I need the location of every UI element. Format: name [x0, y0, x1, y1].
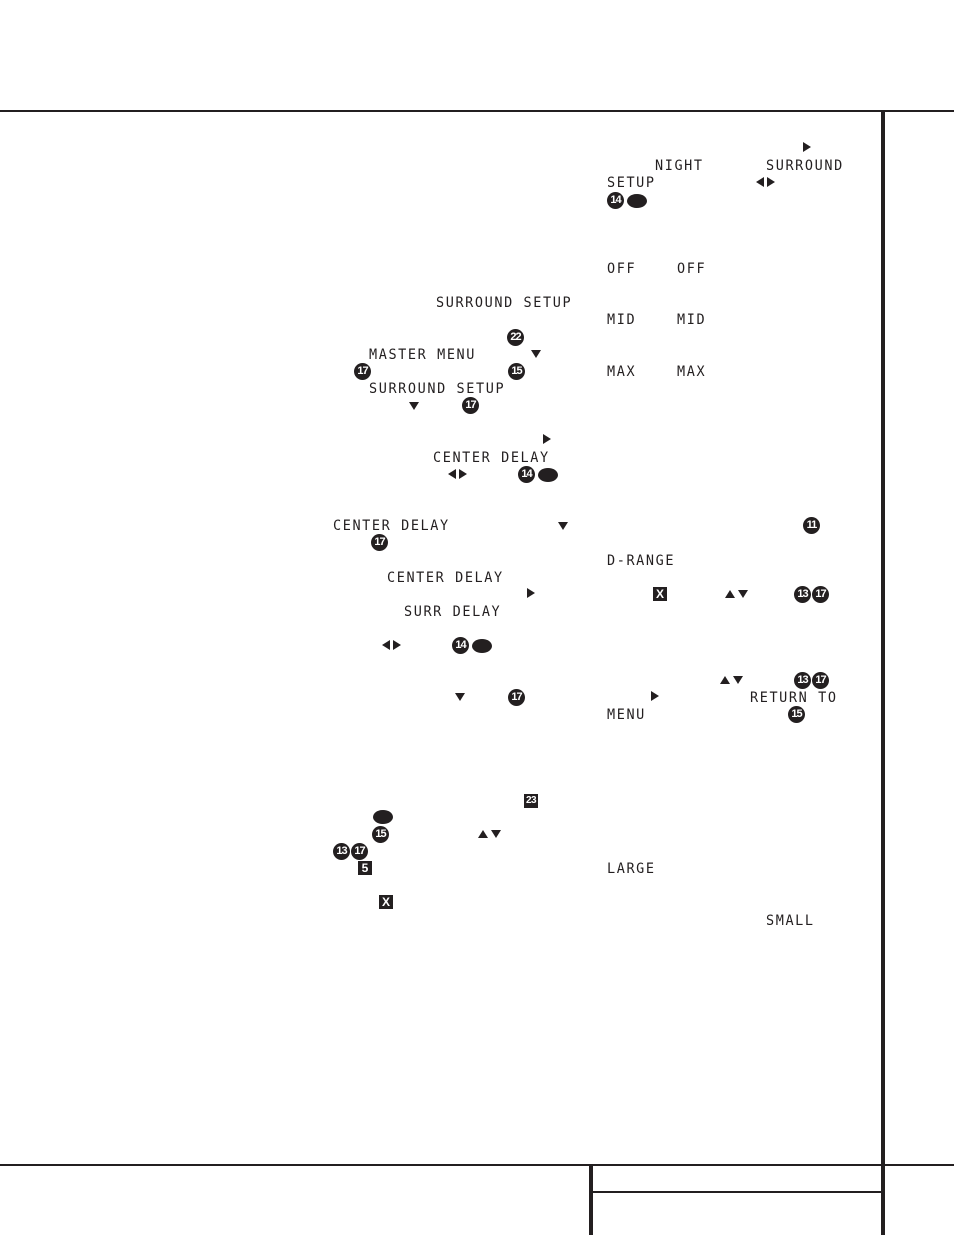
callout-x-icon: X: [379, 895, 393, 909]
callout-14-oval-group: 14: [452, 637, 492, 654]
down-arrow-icon: [738, 590, 748, 598]
left-arrow-icon: [756, 177, 764, 187]
center-delay-label-2: CENTER DELAY: [333, 517, 450, 535]
callout-17-icon: 17: [812, 672, 829, 689]
callout-17-icon: 17: [354, 363, 371, 380]
callout-13-17-group: 13 17: [794, 672, 829, 689]
max-label: MAX: [607, 363, 637, 381]
setup-label: SETUP: [607, 174, 656, 192]
mid-value: MID: [677, 311, 707, 329]
callout-23-icon: 23: [524, 794, 538, 808]
bottom-rule: [0, 1164, 954, 1166]
max-value: MAX: [677, 363, 707, 381]
right-arrow-icon: [767, 177, 775, 187]
callout-17-icon: 17: [351, 843, 368, 860]
mid-label: MID: [607, 311, 637, 329]
footer-box-inner-rule: [591, 1191, 883, 1193]
callout-17-icon: 17: [508, 689, 525, 706]
callout-17-icon: 17: [462, 397, 479, 414]
footer-box-left-bar: [589, 1164, 593, 1235]
off-value: OFF: [677, 260, 707, 278]
oval-button-icon: [627, 193, 647, 208]
down-arrow-icon: [409, 402, 419, 410]
down-arrow-icon: [733, 676, 743, 684]
down-arrow-icon: [558, 522, 568, 530]
callout-x-icon: X: [653, 587, 667, 601]
top-rule: [0, 110, 954, 112]
up-down-arrows-icon: [478, 830, 501, 838]
right-arrow-icon: [803, 142, 811, 152]
night-label: NIGHT: [655, 157, 704, 175]
callout-13-icon: 13: [794, 586, 811, 603]
left-arrow-icon: [448, 469, 456, 479]
callout-15-icon: 15: [372, 826, 389, 843]
callout-17-icon: 17: [371, 534, 388, 551]
right-margin-bar: [881, 111, 885, 1235]
off-label: OFF: [607, 260, 637, 278]
up-down-arrows-icon: [720, 676, 743, 684]
left-right-arrows-icon: [448, 469, 467, 479]
callout-17-icon: 17: [812, 586, 829, 603]
oval-button-icon: [373, 810, 393, 824]
up-down-arrows-icon: [725, 590, 748, 598]
callout-14-icon: 14: [452, 637, 469, 654]
callout-11-icon: 11: [803, 517, 820, 534]
right-arrow-icon: [543, 434, 551, 444]
right-arrow-icon: [459, 469, 467, 479]
oval-button-icon: [472, 638, 492, 653]
return-to-label: RETURN TO: [750, 689, 838, 707]
callout-13-icon: 13: [333, 843, 350, 860]
up-arrow-icon: [725, 590, 735, 598]
left-right-arrows-icon: [382, 640, 401, 650]
center-delay-label-3: CENTER DELAY: [387, 569, 504, 587]
down-arrow-icon: [491, 830, 501, 838]
left-right-arrows-icon: [756, 177, 775, 187]
left-arrow-icon: [382, 640, 390, 650]
callout-13-icon: 13: [794, 672, 811, 689]
menu-label: MENU: [607, 706, 646, 724]
callout-14-oval-group: 14: [607, 192, 647, 209]
callout-15-icon: 15: [788, 706, 805, 723]
right-arrow-icon: [651, 691, 659, 701]
up-arrow-icon: [478, 830, 488, 838]
surround-label: SURROUND: [766, 157, 844, 175]
right-arrow-icon: [393, 640, 401, 650]
right-arrow-icon: [527, 588, 535, 598]
up-arrow-icon: [720, 676, 730, 684]
callout-13-17-group: 13 17: [794, 586, 829, 603]
callout-14-icon: 14: [607, 192, 624, 209]
surround-setup-label: SURROUND SETUP: [436, 294, 573, 312]
callout-13-17-group: 13 17: [333, 843, 368, 860]
surround-setup-label-2: SURROUND SETUP: [369, 380, 506, 398]
master-menu-label: MASTER MENU: [369, 346, 477, 364]
down-arrow-icon: [531, 350, 541, 358]
callout-22-icon: 22: [507, 329, 524, 346]
surr-delay-label: SURR DELAY: [404, 603, 502, 621]
callout-5-icon: 5: [358, 861, 372, 875]
callout-14-oval-group: 14: [518, 466, 558, 483]
callout-15-icon: 15: [508, 363, 525, 380]
large-label: LARGE: [607, 860, 656, 878]
center-delay-label: CENTER DELAY: [433, 449, 550, 467]
d-range-label: D-RANGE: [607, 552, 676, 570]
down-arrow-icon: [455, 693, 465, 701]
callout-14-icon: 14: [518, 466, 535, 483]
oval-button-icon: [538, 467, 558, 482]
small-label: SMALL: [766, 912, 815, 930]
